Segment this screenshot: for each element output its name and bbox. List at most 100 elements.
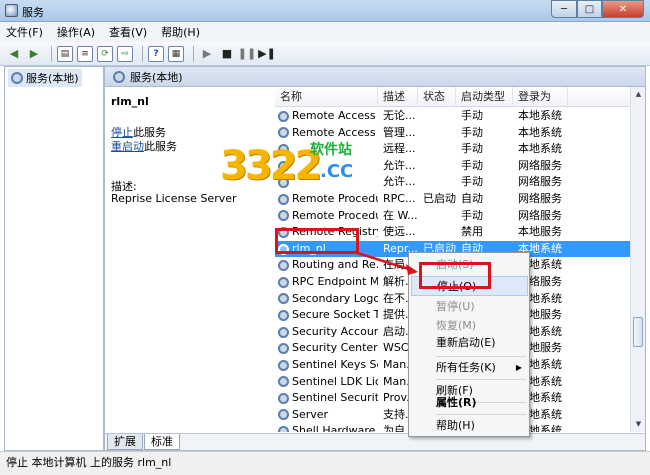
column-log-on-as[interactable]: 登录为 — [513, 87, 568, 107]
restart-service-icon[interactable]: ▶❚ — [258, 46, 276, 62]
maximize-button[interactable]: □ — [577, 0, 602, 18]
gear-icon — [278, 359, 289, 371]
service-name-text: Remote Access ... — [292, 109, 378, 122]
menu-separator — [436, 414, 526, 415]
watermark-brand: 软件站 — [310, 142, 352, 158]
service-name-text: Shell Hardware ... — [292, 424, 378, 432]
column-description[interactable]: 描述 — [378, 87, 418, 107]
service-logon-cell: 网络服务 — [518, 175, 562, 189]
export-list-icon[interactable]: ⇨ — [117, 45, 133, 62]
service-name-text: Security Center — [292, 341, 378, 355]
service-description-cell: 管理... — [383, 125, 416, 139]
service-name-text: Secondary Logon — [292, 291, 378, 305]
scroll-up-icon[interactable]: ▲ — [631, 87, 646, 102]
services-app-icon — [5, 4, 18, 17]
show-hide-tree-icon[interactable]: ▤ — [57, 45, 73, 62]
menu-item-restart[interactable]: 重新启动(E) — [411, 333, 528, 353]
menu-item-all-tasks[interactable]: 所有任务(K) ▶ — [411, 358, 528, 378]
gear-icon — [278, 343, 289, 355]
tree-item-services-local[interactable]: 服务(本地) — [8, 69, 82, 87]
gear-icon — [278, 426, 289, 432]
service-name-text: Server — [292, 407, 329, 421]
console-tree: 服务(本地) — [4, 66, 104, 451]
service-logon-cell: 本地服务 — [518, 225, 562, 239]
service-status-cell — [418, 158, 456, 175]
status-bar: 停止 本地计算机 上的服务 rlm_nl — [0, 451, 650, 475]
service-name-cell: Sentinel Security... — [275, 390, 378, 407]
service-name-cell: Sentinel Keys Se... — [275, 357, 378, 374]
watermark-logo: 3322 软件站 .CC — [220, 135, 380, 195]
gear-icon — [278, 193, 289, 205]
menu-item-help[interactable]: 帮助(H) — [411, 416, 528, 436]
service-status-cell — [418, 141, 456, 158]
service-name-text: Sentinel Security... — [292, 391, 378, 405]
service-name-text: Sentinel LDK Lic... — [292, 374, 378, 388]
tab-extended[interactable]: 扩展 — [107, 434, 143, 450]
scroll-down-icon[interactable]: ▼ — [631, 417, 646, 432]
description-text: Reprise License Server — [111, 192, 237, 205]
table-row[interactable]: Remote Procedu... 在 W... 手动 网络服务 — [275, 208, 630, 225]
service-startup-cell: 手动 — [461, 175, 483, 189]
service-status-cell — [418, 208, 456, 225]
column-status[interactable]: 状态 — [418, 87, 456, 107]
help-icon[interactable]: ? — [148, 45, 164, 62]
pane-header: 服务(本地) — [105, 67, 645, 87]
gear-icon — [278, 409, 289, 421]
pause-service-icon[interactable]: ❚❚ — [238, 46, 256, 62]
menu-help[interactable]: 帮助(H) — [161, 24, 200, 40]
menu-item-pause[interactable]: 暂停(U) — [411, 297, 528, 317]
selected-service-name: rlm_nl — [111, 95, 149, 108]
service-logon-cell: 网络服务 — [518, 191, 562, 205]
service-description-cell: 远程... — [383, 142, 416, 156]
service-status-cell: 已启动 — [423, 191, 456, 205]
gear-icon — [278, 376, 289, 388]
properties-icon[interactable]: ≡ — [77, 45, 93, 62]
service-name-cell: Shell Hardware ... — [275, 423, 378, 432]
refresh-icon[interactable]: ⟳ — [97, 45, 113, 62]
table-row[interactable]: Remote Access ... 无论... 手动 本地系统 — [275, 108, 630, 125]
gear-icon — [278, 392, 289, 404]
service-startup-cell: 手动 — [461, 158, 483, 172]
start-service-icon[interactable]: ▶ — [199, 46, 215, 62]
close-button[interactable]: ✕ — [602, 0, 644, 18]
pane-title: 服务(本地) — [130, 70, 183, 84]
menu-view[interactable]: 查看(V) — [109, 24, 147, 40]
service-name-cell: Remote Access ... — [275, 108, 378, 125]
gear-icon — [278, 110, 289, 122]
gear-icon — [278, 260, 289, 272]
back-arrow-icon[interactable]: ◀ — [6, 46, 22, 62]
service-name-cell: Secondary Logon — [275, 291, 378, 308]
scroll-thumb[interactable] — [633, 317, 643, 347]
tree-item-label: 服务(本地) — [26, 72, 79, 85]
service-name-text: Security Account... — [292, 324, 378, 338]
forward-arrow-icon[interactable]: ▶ — [26, 46, 42, 62]
console-icon[interactable]: ▦ — [168, 45, 184, 62]
submenu-arrow-icon: ▶ — [515, 363, 522, 372]
service-description-cell: 允许... — [383, 158, 416, 172]
watermark-digits: 3322 — [220, 143, 322, 189]
restart-line: 重启动此服务 — [111, 138, 177, 154]
column-startup-type[interactable]: 启动类型 — [456, 87, 513, 107]
service-logon-cell: 网络服务 — [518, 208, 562, 222]
menu-action[interactable]: 操作(A) — [57, 24, 95, 40]
toolbar-separator — [51, 45, 52, 62]
toolbar-separator — [193, 45, 194, 62]
service-startup-cell: 手动 — [461, 142, 483, 156]
gear-icon — [278, 309, 289, 321]
toolbar: ◀ ▶ ▤ ≡ ⟳ ⇨ ? ▦ ▶ ■ ❚❚ ▶❚ — [0, 42, 650, 66]
service-startup-cell: 手动 — [461, 208, 483, 222]
service-description-cell: RPC... — [383, 191, 416, 205]
menu-file[interactable]: 文件(F) — [6, 24, 43, 40]
highlight-box-stop — [419, 262, 491, 289]
column-name[interactable]: 名称 — [275, 87, 378, 107]
minimize-button[interactable]: ─ — [551, 0, 577, 18]
tab-standard[interactable]: 标准 — [144, 434, 180, 450]
stop-service-icon[interactable]: ■ — [219, 46, 235, 62]
vertical-scrollbar[interactable]: ▲ ▼ — [630, 87, 645, 432]
highlight-box-service — [275, 228, 359, 254]
menu-item-properties[interactable]: 属性(R) — [411, 393, 528, 413]
menu-item-all-tasks-label: 所有任务(K) — [436, 361, 496, 374]
service-name-cell: Security Account... — [275, 324, 378, 341]
restart-service-link[interactable]: 重启动 — [111, 140, 144, 153]
window-title: 服务 — [22, 6, 44, 19]
